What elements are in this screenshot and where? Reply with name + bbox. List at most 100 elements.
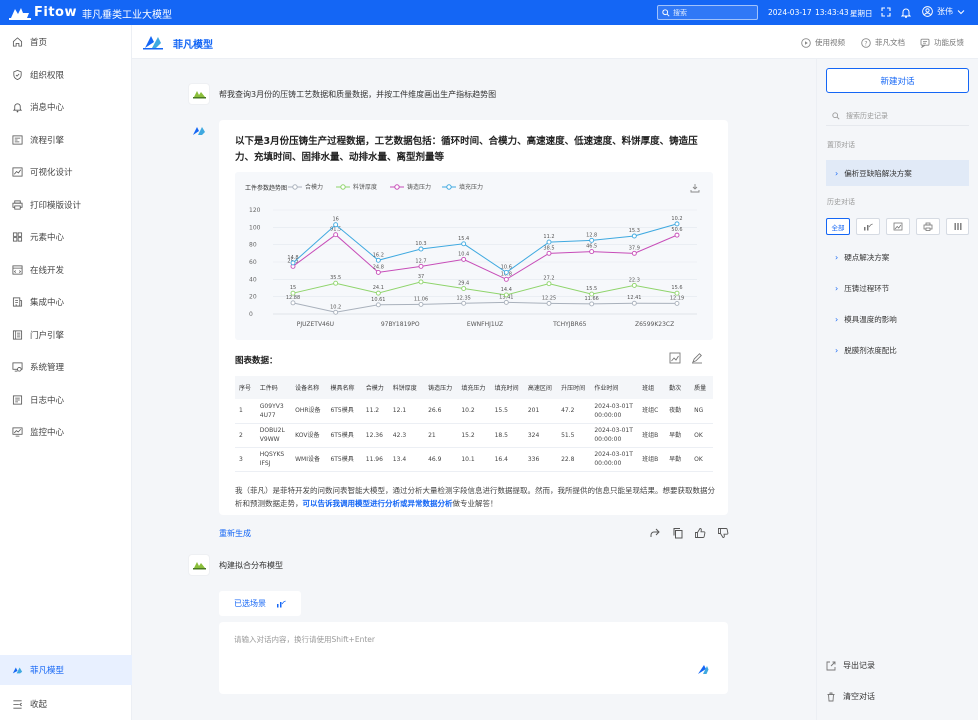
- sidebar-item[interactable]: 集成中心: [0, 287, 132, 317]
- data-point: [631, 250, 637, 256]
- y-tick-label: 0: [249, 311, 253, 318]
- data-label: 10.61: [371, 297, 385, 303]
- new-chat-button[interactable]: 新建对话: [826, 68, 969, 93]
- filter-bar-chart[interactable]: [856, 218, 880, 235]
- grid-icon: [12, 232, 23, 243]
- user-message-2: 构建拟合分布模型: [219, 561, 283, 570]
- data-label: 37.9: [629, 245, 640, 251]
- data-point: [418, 263, 424, 269]
- sidebar-item[interactable]: 消息中心: [0, 92, 132, 122]
- trend-chart: 工件参数趋势图 合模力 料饼厚度 铸造压力 填充压力 0 20 40 60 80 100 1…: [235, 172, 713, 340]
- table-header-cell: 料饼厚度: [388, 376, 425, 399]
- feedback-link[interactable]: 功能反馈: [920, 37, 964, 48]
- history-item[interactable]: › 硬点解决方案: [826, 244, 969, 270]
- x-tick-label: PJUZETV46U: [297, 321, 334, 328]
- filter-image-chart[interactable]: [886, 218, 910, 235]
- chart-view-icon[interactable]: [669, 352, 681, 364]
- data-point: [674, 221, 680, 227]
- data-point: [674, 300, 680, 306]
- sidebar-item[interactable]: 可视化设计: [0, 157, 132, 187]
- sidebar-item[interactable]: 打印模版设计: [0, 190, 132, 220]
- sidebar-item[interactable]: 在线开发: [0, 255, 132, 285]
- table-cell: G09YV3 4U77: [255, 399, 292, 424]
- thumbs-down-icon[interactable]: [717, 527, 729, 539]
- table-cell: OK: [690, 423, 713, 448]
- table-cell: 11.96: [361, 447, 389, 472]
- selected-scene-button[interactable]: 已选场景: [219, 591, 301, 616]
- user-menu[interactable]: 张伟: [922, 6, 965, 17]
- sidebar-item[interactable]: 首页: [0, 27, 132, 57]
- sidebar-item[interactable]: 门户引擎: [0, 320, 132, 350]
- sidebar-item[interactable]: 系统管理: [0, 352, 132, 382]
- send-icon[interactable]: [696, 662, 710, 676]
- table-header-row: 序号 工件码 设备名称 模具名称 合模力 料饼厚度 铸造压力 填充压力 填充时间 高速区间 升压时间…: [235, 376, 713, 399]
- sidebar-item-label: 首页: [30, 38, 48, 48]
- answer-tail: 我（菲凡）是菲特开发的问数问表智能大模型，通过分析大量检测字段信息进行数据提取。…: [235, 484, 719, 510]
- history-search-input[interactable]: [846, 111, 956, 120]
- table-row[interactable]: 3 HQSYKS IFSJ WMI设备 6T5模具 11.96 13.4 46.9 10.1 1…: [235, 447, 713, 472]
- table-row[interactable]: 2 DOBU2L V9WW KOV设备 6T5模具 12.36 42.3 21 15.2 18.…: [235, 423, 713, 448]
- video-link[interactable]: 使用视频: [801, 37, 845, 48]
- docs-link[interactable]: ? 菲凡文档: [861, 37, 905, 48]
- global-search[interactable]: [657, 5, 758, 20]
- data-label: 12.35: [457, 295, 471, 301]
- pinned-conversation-item[interactable]: › 偏析豆缺陷解决方案: [826, 160, 969, 186]
- sidebar-item-label: 组织权限: [30, 70, 65, 81]
- data-point: [290, 290, 296, 296]
- edit-chart-icon[interactable]: [691, 352, 703, 364]
- table-row[interactable]: 1 G09YV3 4U77 OHR设备 6T5模具 11.2 12.1 26.6 10.2 15…: [235, 399, 713, 424]
- assistant-avatar: [189, 120, 209, 140]
- sidebar-item-label: 监控中心: [30, 428, 65, 438]
- data-label: 50.6: [671, 227, 682, 233]
- history-item[interactable]: › 压铸过程环节: [826, 275, 969, 301]
- clear-button[interactable]: 清空对话: [826, 691, 875, 702]
- data-point: [290, 260, 296, 266]
- data-point: [461, 286, 467, 291]
- thumbs-up-icon[interactable]: [694, 527, 706, 539]
- data-label: 11.06: [414, 296, 428, 302]
- share-icon[interactable]: [649, 527, 661, 539]
- table-cell: 22.8: [557, 447, 591, 472]
- table-cell: 42.3: [388, 423, 425, 448]
- table-cell: 2024-03-01T 00:00:00: [590, 423, 639, 448]
- data-label: 15: [290, 285, 296, 291]
- username: 张伟: [937, 7, 953, 16]
- table-header-cell: 序号: [235, 376, 256, 399]
- svg-text:?: ?: [864, 40, 867, 47]
- history-search[interactable]: [826, 106, 969, 126]
- copy-icon[interactable]: [672, 527, 684, 539]
- data-point: [418, 246, 424, 252]
- table-cell: 2: [235, 423, 256, 448]
- fitow-logo[interactable]: Fitow: [9, 4, 77, 21]
- data-label: 12.7: [415, 258, 426, 264]
- sidebar-item[interactable]: 组织权限: [0, 60, 132, 90]
- data-point: [503, 299, 509, 305]
- sidebar-item-label: 门户引擎: [30, 330, 65, 341]
- sidebar-item-label: 菲凡模型: [30, 666, 65, 676]
- filter-all[interactable]: 全部: [826, 218, 850, 235]
- data-point: [333, 222, 339, 228]
- collapse-sidebar-button[interactable]: 收起: [0, 689, 132, 719]
- history-item[interactable]: › 脱膜剂浓度配比: [826, 337, 969, 363]
- table-cell: 6T5模具: [326, 447, 362, 472]
- chat-input[interactable]: [234, 634, 694, 664]
- table-cell: OK: [690, 447, 713, 472]
- search-input[interactable]: [673, 8, 753, 17]
- analysis-link[interactable]: 可以告诉我调用模型进行分析或异常数据分析: [303, 499, 453, 508]
- history-item[interactable]: › 模具温度的影响: [826, 306, 969, 332]
- sidebar-item[interactable]: 监控中心: [0, 417, 132, 447]
- table-cell: 1: [235, 399, 256, 424]
- data-label: 14.4: [501, 287, 512, 293]
- regenerate-button[interactable]: 重新生成: [219, 528, 251, 539]
- sidebar-item[interactable]: 流程引擎: [0, 125, 132, 155]
- filter-table[interactable]: [946, 218, 969, 235]
- filter-print[interactable]: [916, 218, 940, 235]
- sidebar-item[interactable]: 日志中心: [0, 385, 132, 415]
- sidebar-item-fitow-model[interactable]: 菲凡模型: [0, 655, 132, 685]
- bell-icon[interactable]: [900, 6, 912, 18]
- data-point: [503, 269, 509, 275]
- fullscreen-icon[interactable]: [880, 6, 892, 18]
- data-point: [418, 279, 424, 285]
- export-button[interactable]: 导出记录: [826, 660, 875, 671]
- sidebar-item[interactable]: 元素中心: [0, 222, 132, 252]
